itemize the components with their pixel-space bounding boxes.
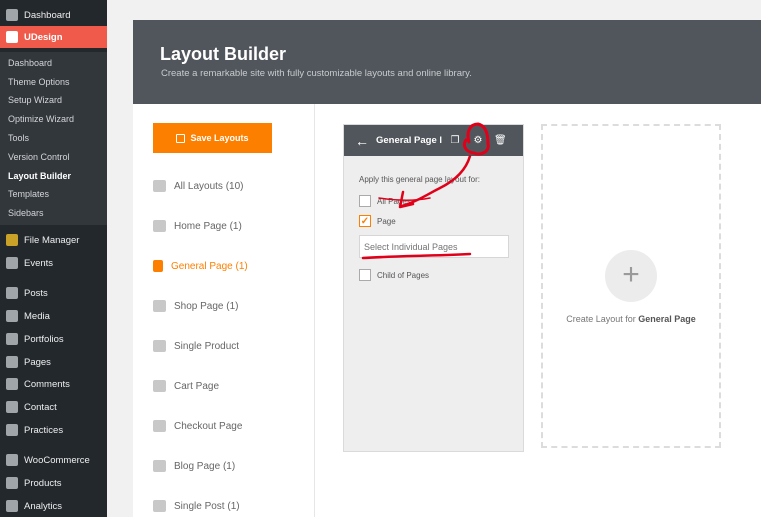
layout-item-shop[interactable]: Shop Page (1) <box>153 300 239 312</box>
layout-card: ← General Page l ❐ ⚙ 🗑 Apply this genera… <box>343 124 524 452</box>
page-subtitle: Create a remarkable site with fully cust… <box>161 68 472 79</box>
layout-type-list: Save Layouts All Layouts (10) Home Page … <box>133 104 315 517</box>
page-checkbox[interactable]: ✓ <box>359 215 371 227</box>
home-icon <box>153 220 166 232</box>
sidebar-item-udesign[interactable]: UDesign <box>0 26 107 48</box>
comment-icon <box>6 378 18 390</box>
pages-icon <box>6 356 18 368</box>
child-of-pages-option[interactable]: Child of Pages <box>359 269 429 281</box>
sidebar-item-file-manager[interactable]: File Manager <box>0 229 107 251</box>
sidebar-item-products[interactable]: Products <box>0 472 107 494</box>
sidebar-item-dashboard[interactable]: Dashboard <box>0 4 107 26</box>
child-of-pages-checkbox[interactable] <box>359 269 371 281</box>
calendar-icon <box>153 420 166 432</box>
mail-icon <box>6 401 18 413</box>
create-layout-area[interactable]: + Create Layout for General Page <box>541 124 721 448</box>
submenu-setup-wizard[interactable]: Setup Wizard <box>8 95 62 105</box>
sidebar-item-contact[interactable]: Contact <box>0 396 107 418</box>
calendar-icon <box>153 380 166 392</box>
layout-item-cart[interactable]: Cart Page <box>153 380 219 392</box>
gear-icon[interactable]: ⚙ <box>473 135 483 146</box>
back-arrow-icon[interactable]: ← <box>355 133 369 149</box>
save-layouts-button[interactable]: Save Layouts <box>153 123 272 153</box>
layout-item-all[interactable]: All Layouts (10) <box>153 180 244 192</box>
shop-icon <box>153 300 166 312</box>
submenu-theme-options[interactable]: Theme Options <box>8 77 70 87</box>
all-pages-checkbox[interactable] <box>359 195 371 207</box>
layout-builder-panel: Layout Builder Create a remarkable site … <box>133 20 761 517</box>
products-icon <box>6 477 18 489</box>
sidebar-item-portfolios[interactable]: Portfolios <box>0 328 107 350</box>
layout-card-header: ← General Page l ❐ ⚙ 🗑 <box>344 125 523 156</box>
layers-icon <box>153 180 166 192</box>
page-icon <box>153 260 163 272</box>
submenu-version-control[interactable]: Version Control <box>8 152 70 162</box>
apply-label: Apply this general page layout for: <box>359 175 480 184</box>
layout-item-single-product[interactable]: Single Product <box>153 340 239 352</box>
calendar-icon <box>153 460 166 472</box>
page-title: Layout Builder <box>160 44 287 64</box>
layout-item-general-page[interactable]: General Page (1) <box>153 260 248 272</box>
cart-icon <box>153 340 166 352</box>
sidebar-item-pages[interactable]: Pages <box>0 351 107 373</box>
woo-icon <box>6 454 18 466</box>
sidebar-item-practices[interactable]: Practices <box>0 419 107 441</box>
submenu-templates[interactable]: Templates <box>8 189 49 199</box>
events-icon <box>6 257 18 269</box>
submenu-layout-builder[interactable]: Layout Builder <box>8 171 71 181</box>
sidebar-item-analytics[interactable]: Analytics <box>0 495 107 517</box>
sidebar-item-media[interactable]: Media <box>0 305 107 327</box>
sidebar-item-woocommerce[interactable]: WooCommerce <box>0 449 107 471</box>
gear-icon <box>6 424 18 436</box>
dashboard-icon <box>6 9 18 21</box>
sidebar-item-comments[interactable]: Comments <box>0 373 107 395</box>
folder-icon <box>6 234 18 246</box>
portfolio-icon <box>6 333 18 345</box>
submenu-optimize-wizard[interactable]: Optimize Wizard <box>8 114 74 124</box>
save-icon <box>176 133 186 143</box>
layout-item-checkout[interactable]: Checkout Page <box>153 420 242 432</box>
layout-item-home[interactable]: Home Page (1) <box>153 220 242 232</box>
trash-icon[interactable]: 🗑 <box>494 135 507 146</box>
sidebar-item-events[interactable]: Events <box>0 252 107 274</box>
admin-sidebar: Dashboard UDesign Dashboard Theme Option… <box>0 0 107 517</box>
add-layout-button[interactable]: + <box>605 250 657 302</box>
individual-pages-input[interactable] <box>359 235 509 258</box>
udesign-submenu: Dashboard Theme Options Setup Wizard Opt… <box>0 52 107 225</box>
create-layout-label: Create Layout for General Page <box>566 314 696 324</box>
all-pages-option[interactable]: All Pages <box>359 195 411 207</box>
sidebar-item-posts[interactable]: Posts <box>0 282 107 304</box>
analytics-icon <box>6 500 18 512</box>
layout-item-blog[interactable]: Blog Page (1) <box>153 460 235 472</box>
calendar-check-icon <box>153 500 166 512</box>
layout-item-single-post[interactable]: Single Post (1) <box>153 500 240 512</box>
page-option[interactable]: ✓ Page <box>359 215 396 227</box>
media-icon <box>6 310 18 322</box>
submenu-tools[interactable]: Tools <box>8 133 29 143</box>
pin-icon <box>6 287 18 299</box>
submenu-sidebars[interactable]: Sidebars <box>8 208 44 218</box>
udesign-logo-icon <box>6 31 18 43</box>
submenu-dashboard[interactable]: Dashboard <box>8 58 52 68</box>
layout-card-title[interactable]: General Page l <box>376 135 442 146</box>
page-header: Layout Builder Create a remarkable site … <box>133 20 761 104</box>
copy-icon[interactable]: ❐ <box>450 135 460 146</box>
